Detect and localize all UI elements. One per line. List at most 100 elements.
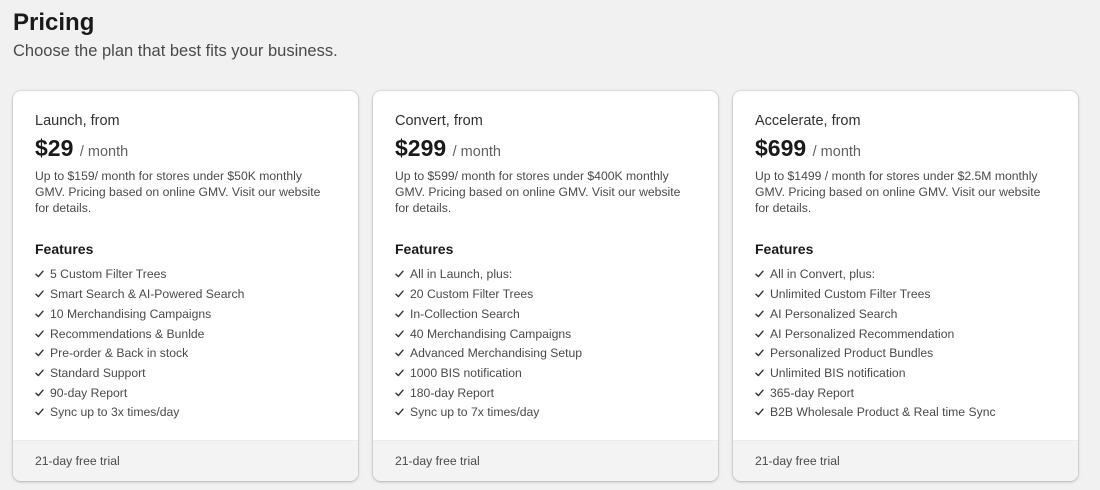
- feature-text: Standard Support: [50, 365, 146, 380]
- feature-item: Advanced Merchandising Setup: [395, 343, 696, 363]
- feature-item: All in Launch, plus:: [395, 265, 696, 285]
- feature-text: 90-day Report: [50, 385, 128, 400]
- plan-period: / month: [79, 144, 129, 160]
- feature-text: AI Personalized Recommendation: [770, 326, 955, 341]
- check-icon: [35, 308, 50, 320]
- feature-item: B2B Wholesale Product & Real time Sync: [755, 402, 1056, 422]
- feature-item: 1000 BIS notification: [395, 363, 696, 383]
- plan-name: Accelerate, from: [755, 113, 861, 129]
- feature-text: B2B Wholesale Product & Real time Sync: [770, 405, 996, 420]
- check-icon: [35, 367, 50, 379]
- trial-footer: 21-day free trial: [373, 440, 718, 481]
- check-icon: [395, 328, 410, 340]
- feature-text: Unlimited Custom Filter Trees: [770, 287, 931, 302]
- feature-item: Smart Search & AI-Powered Search: [35, 284, 336, 304]
- check-icon: [755, 387, 770, 399]
- feature-item: Sync up to 7x times/day: [395, 402, 696, 422]
- plan-card-convert[interactable]: Convert, from $299 / month Up to $599/ m…: [373, 91, 718, 481]
- check-icon: [395, 406, 410, 418]
- feature-item: Pre-order & Back in stock: [35, 343, 336, 363]
- feature-item: In-Collection Search: [395, 304, 696, 324]
- plan-period: / month: [452, 144, 501, 160]
- feature-list: All in Convert, plus: Unlimited Custom F…: [755, 265, 1056, 423]
- feature-item: 10 Merchandising Campaigns: [35, 304, 336, 324]
- page-subtitle: Choose the plan that best fits your busi…: [13, 42, 338, 60]
- feature-item: Unlimited Custom Filter Trees: [755, 284, 1056, 304]
- features-heading: Features: [35, 240, 94, 257]
- check-icon: [35, 406, 50, 418]
- feature-text: 5 Custom Filter Trees: [50, 267, 167, 282]
- check-icon: [35, 288, 50, 300]
- price-row: $699 / month: [755, 133, 1056, 163]
- feature-text: All in Launch, plus:: [410, 267, 513, 282]
- check-icon: [755, 328, 770, 340]
- check-icon: [395, 347, 410, 359]
- check-icon: [395, 387, 410, 399]
- plan-card-accelerate[interactable]: Accelerate, from $699 / month Up to $149…: [733, 91, 1078, 481]
- pricing-page: Pricing Choose the plan that best fits y…: [0, 0, 1100, 490]
- check-icon: [755, 308, 770, 320]
- feature-item: Recommendations & Bunlde: [35, 324, 336, 344]
- feature-text: Advanced Merchandising Setup: [410, 346, 583, 361]
- feature-item: Personalized Product Bundles: [755, 343, 1056, 363]
- feature-text: Unlimited BIS notification: [770, 365, 906, 380]
- trial-footer: 21-day free trial: [13, 440, 358, 481]
- features-heading: Features: [755, 240, 814, 257]
- plan-price: $699: [755, 135, 807, 161]
- check-icon: [395, 288, 410, 300]
- feature-text: 40 Merchandising Campaigns: [410, 326, 572, 341]
- check-icon: [755, 367, 770, 379]
- feature-item: 180-day Report: [395, 383, 696, 403]
- plan-price: $29: [35, 135, 74, 161]
- feature-text: 365-day Report: [770, 385, 855, 400]
- check-icon: [755, 288, 770, 300]
- feature-item: 5 Custom Filter Trees: [35, 265, 336, 285]
- plan-name: Launch, from: [35, 113, 120, 129]
- feature-item: 20 Custom Filter Trees: [395, 284, 696, 304]
- plan-description: Up to $599/ month for stores under $400K…: [395, 169, 681, 216]
- check-icon: [395, 308, 410, 320]
- plan-cards: Launch, from $29 / month Up to $159/ mon…: [13, 91, 1078, 481]
- trial-footer: 21-day free trial: [733, 440, 1078, 481]
- plan-name: Convert, from: [395, 113, 483, 129]
- feature-text: 10 Merchandising Campaigns: [50, 306, 212, 321]
- feature-item: Unlimited BIS notification: [755, 363, 1056, 383]
- feature-text: 1000 BIS notification: [410, 365, 522, 380]
- features-heading: Features: [395, 240, 454, 257]
- feature-item: Sync up to 3x times/day: [35, 402, 336, 422]
- feature-text: 180-day Report: [410, 385, 495, 400]
- feature-item: AI Personalized Search: [755, 304, 1056, 324]
- plan-description: Up to $1499 / month for stores under $2.…: [755, 169, 1041, 216]
- feature-text: Smart Search & AI-Powered Search: [50, 287, 245, 302]
- check-icon: [755, 268, 770, 280]
- price-row: $299 / month: [395, 133, 696, 163]
- feature-text: Personalized Product Bundles: [770, 346, 934, 361]
- feature-item: 90-day Report: [35, 383, 336, 403]
- plan-description: Up to $159/ month for stores under $50K …: [35, 169, 321, 216]
- check-icon: [35, 387, 50, 399]
- feature-text: All in Convert, plus:: [770, 267, 875, 282]
- plan-card-launch[interactable]: Launch, from $29 / month Up to $159/ mon…: [13, 91, 358, 481]
- plan-price: $299: [395, 135, 447, 161]
- check-icon: [755, 406, 770, 418]
- price-row: $29 / month: [35, 133, 336, 163]
- plan-period: / month: [812, 144, 861, 160]
- check-icon: [395, 367, 410, 379]
- check-icon: [35, 268, 50, 280]
- check-icon: [35, 347, 50, 359]
- check-icon: [755, 347, 770, 359]
- feature-text: 20 Custom Filter Trees: [410, 287, 534, 302]
- feature-text: Recommendations & Bunlde: [50, 326, 205, 341]
- feature-item: All in Convert, plus:: [755, 265, 1056, 285]
- feature-text: In-Collection Search: [410, 306, 520, 321]
- page-title: Pricing: [13, 9, 95, 36]
- check-icon: [395, 268, 410, 280]
- feature-item: Standard Support: [35, 363, 336, 383]
- feature-text: Pre-order & Back in stock: [50, 346, 189, 361]
- feature-text: AI Personalized Search: [770, 306, 898, 321]
- feature-list: All in Launch, plus: 20 Custom Filter Tr…: [395, 265, 696, 423]
- feature-text: Sync up to 7x times/day: [410, 405, 540, 420]
- feature-item: 365-day Report: [755, 383, 1056, 403]
- feature-list: 5 Custom Filter Trees Smart Search & AI-…: [35, 265, 336, 423]
- check-icon: [35, 328, 50, 340]
